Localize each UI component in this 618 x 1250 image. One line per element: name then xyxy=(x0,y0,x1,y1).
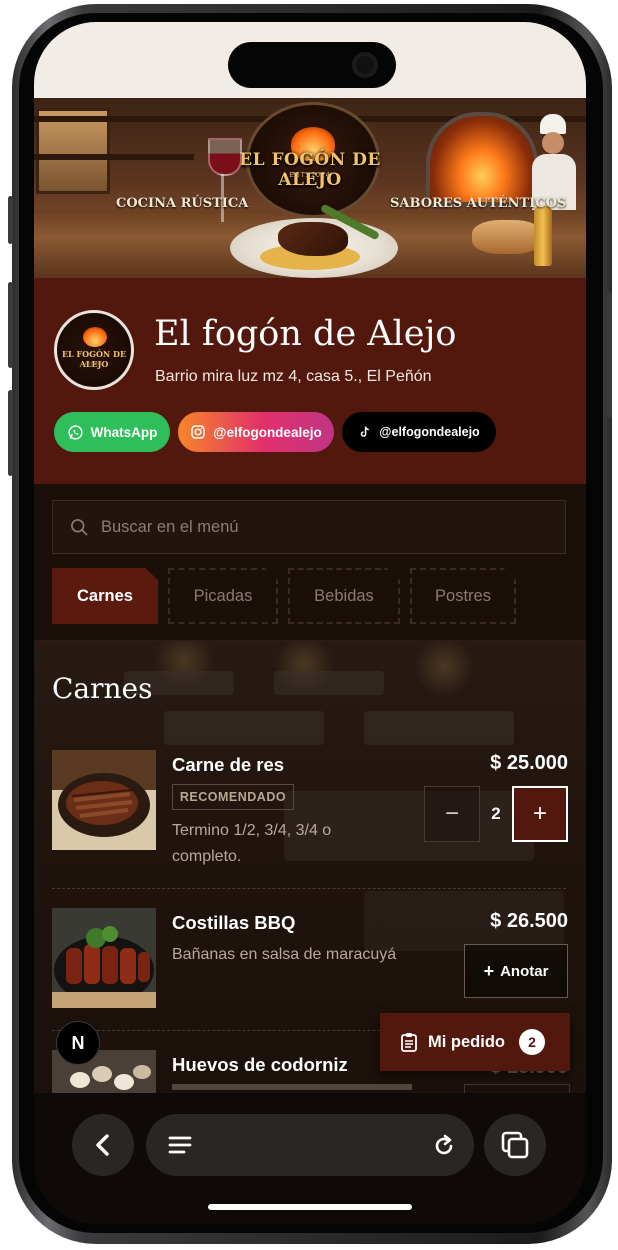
tab-carnes[interactable]: Carnes xyxy=(52,568,158,624)
oil-bottle xyxy=(534,206,552,266)
tab-bebidas[interactable]: Bebidas xyxy=(288,568,400,624)
whatsapp-label: WhatsApp xyxy=(90,424,158,440)
back-button[interactable] xyxy=(72,1114,134,1176)
decrease-quantity-button[interactable]: − xyxy=(424,786,480,842)
item-image[interactable] xyxy=(52,750,156,850)
address-bar[interactable] xyxy=(146,1114,474,1176)
ribs-photo xyxy=(52,908,156,1008)
clipboard-icon xyxy=(401,1033,417,1052)
instagram-label: @elfogondealejo xyxy=(213,424,322,440)
tiktok-icon xyxy=(361,426,370,437)
back-chevron-icon xyxy=(96,1134,109,1156)
item-name: Costillas BBQ xyxy=(172,912,296,933)
section-title: Carnes xyxy=(52,672,153,705)
banner-left-caption: COCINA RÚSTICA xyxy=(116,196,249,211)
volume-up-button xyxy=(8,282,13,368)
avatar-logo-text: EL FOGÓN DE ALEJO xyxy=(61,349,127,369)
status-bar xyxy=(34,22,586,98)
wood-oven xyxy=(426,112,538,206)
item-name: Huevos de codorniz xyxy=(172,1054,348,1075)
banner-right-caption: SABORES AUTÉNTICOS xyxy=(390,196,567,211)
tabs-button[interactable] xyxy=(484,1114,546,1176)
item-description: Bañanas en salsa de maracuyá xyxy=(172,946,397,963)
add-to-order-label: Anotar xyxy=(500,962,549,980)
power-button xyxy=(607,292,612,418)
whatsapp-icon xyxy=(68,424,83,440)
add-to-order-button[interactable]: + Anotar xyxy=(464,944,568,998)
item-price: $ 25.000 xyxy=(490,752,568,774)
increase-quantity-button[interactable]: + xyxy=(512,786,568,842)
item-description-faded xyxy=(172,1084,412,1090)
tab-picadas[interactable]: Picadas xyxy=(168,568,278,624)
restaurant-header: EL FOGÓN DE ALEJO EST. 2024 El fogón de … xyxy=(34,278,586,484)
steak-photo xyxy=(52,750,156,850)
item-name: Carne de res xyxy=(172,754,285,775)
hero-banner: EL FOGÓN DE ALEJO EST. 2024 COCINA RÚSTI… xyxy=(34,98,586,278)
search-placeholder: Buscar en el menú xyxy=(101,517,239,536)
tiktok-button[interactable]: @elfogondealejo xyxy=(342,412,496,452)
order-count-badge: 2 xyxy=(519,1029,545,1055)
bread xyxy=(472,220,542,254)
search-icon xyxy=(71,519,88,536)
quantity-value: 2 xyxy=(491,804,501,823)
restaurant-name: El fogón de Alejo xyxy=(154,314,457,354)
plus-icon: + xyxy=(483,961,495,981)
banner-shelf xyxy=(34,154,194,160)
wine-glass xyxy=(208,138,242,176)
restaurant-address: Barrio mira luz mz 4, casa 5., El Peñón xyxy=(155,368,432,385)
phone-screen: EL FOGÓN DE ALEJO EST. 2024 COCINA RÚSTI… xyxy=(34,22,586,1224)
banner-logo-text: EL FOGÓN DE ALEJO xyxy=(239,150,381,190)
reload-icon[interactable] xyxy=(432,1132,456,1158)
item-price: $ 26.500 xyxy=(490,910,568,932)
steak xyxy=(278,222,348,256)
action-button xyxy=(8,196,13,244)
search-input[interactable]: Buscar en el menú xyxy=(52,500,566,554)
hamburger-icon[interactable] xyxy=(168,1134,192,1156)
volume-down-button xyxy=(8,390,13,476)
my-order-button[interactable]: Mi pedido 2 xyxy=(380,1013,570,1071)
dynamic-island xyxy=(228,42,396,88)
n-badge-button[interactable]: N xyxy=(56,1021,100,1065)
tiktok-label: @elfogondealejo xyxy=(379,425,480,439)
item-separator xyxy=(52,888,566,889)
item-image[interactable] xyxy=(52,908,156,1008)
home-indicator[interactable] xyxy=(208,1204,412,1210)
avatar-logo-sub: EST. 2024 xyxy=(84,361,104,366)
my-order-label: Mi pedido xyxy=(428,1032,505,1051)
whatsapp-button[interactable]: WhatsApp xyxy=(54,412,170,452)
restaurant-avatar: EL FOGÓN DE ALEJO EST. 2024 xyxy=(54,310,134,390)
recommended-badge: RECOMENDADO xyxy=(172,784,294,810)
item-description: Termino 1/2, 3/4, 3/4 o completo. xyxy=(172,822,332,865)
instagram-icon xyxy=(191,425,206,439)
instagram-button[interactable]: @elfogondealejo xyxy=(178,412,334,452)
banner-logo-year: EST. 2024 xyxy=(289,172,331,179)
camera-icon xyxy=(352,52,378,78)
tab-postres[interactable]: Postres xyxy=(410,568,516,624)
tabs-icon xyxy=(501,1131,529,1159)
